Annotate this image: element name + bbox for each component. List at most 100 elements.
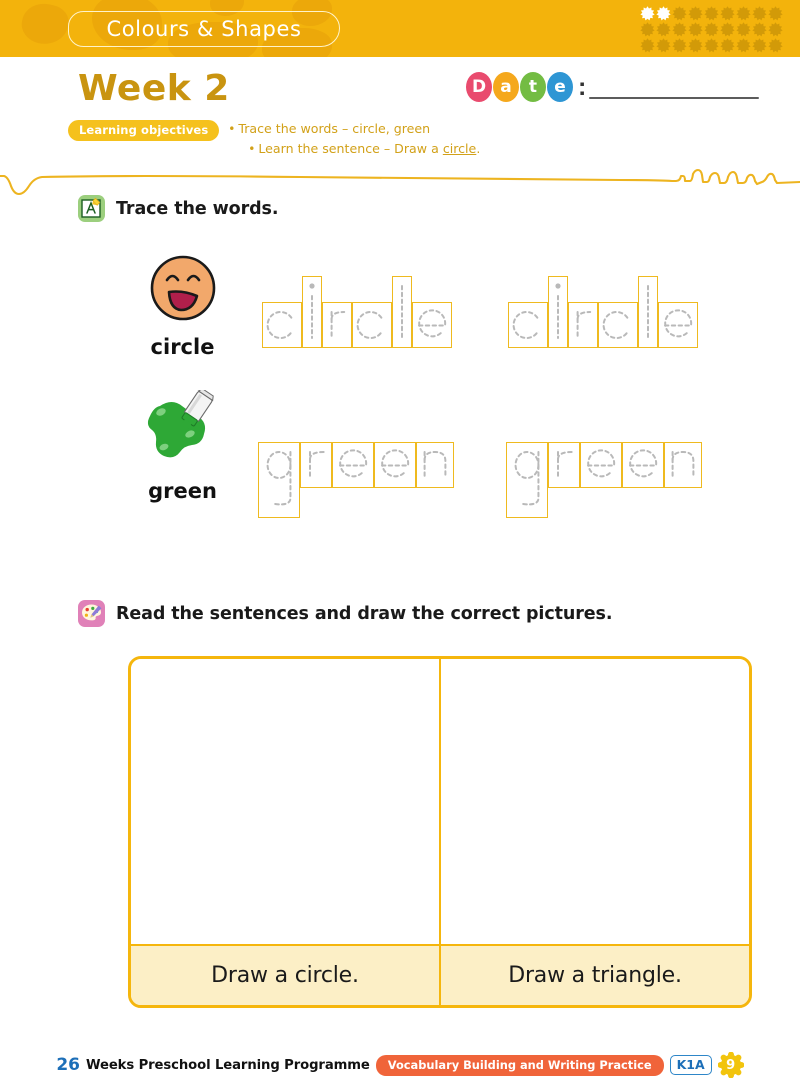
topic-title: Colours & Shapes	[106, 17, 302, 41]
letter-a-pencil-icon	[78, 195, 105, 222]
trace-box-r[interactable]	[322, 302, 352, 348]
header-dot	[720, 38, 735, 53]
drawing-area-circle[interactable]	[131, 659, 441, 944]
trace-box-c[interactable]	[352, 302, 392, 348]
page-number-badge: 9	[717, 1051, 745, 1079]
header-dot	[768, 38, 783, 53]
trace-box-i[interactable]	[548, 276, 568, 348]
date-colon: :	[578, 73, 587, 101]
drawing-areas-row	[131, 659, 749, 944]
page-number: 9	[726, 1057, 736, 1073]
trace-box-e[interactable]	[412, 302, 452, 348]
prompt-cell-triangle: Draw a triangle.	[441, 946, 749, 1005]
header-dot	[688, 22, 703, 37]
footer: 26 Weeks Preschool Learning Programme Vo…	[0, 1051, 800, 1079]
header-dot	[688, 6, 703, 21]
bullet-icon: •	[248, 142, 256, 156]
trace-box-i[interactable]	[302, 276, 322, 348]
trace-box-n[interactable]	[664, 442, 702, 488]
header-dot	[720, 6, 735, 21]
paint-palette-icon	[78, 600, 105, 627]
trace-boxes-green-2[interactable]	[506, 412, 702, 518]
green-paint-tube-icon	[147, 388, 214, 458]
trace-box-r[interactable]	[568, 302, 598, 348]
trace-box-g[interactable]	[258, 442, 300, 518]
header-dot	[752, 38, 767, 53]
prompt-cell-circle: Draw a circle.	[131, 946, 441, 1005]
trace-box-l[interactable]	[638, 276, 658, 348]
trace-box-r[interactable]	[548, 442, 580, 488]
date-field[interactable]: Date :	[466, 72, 760, 102]
trace-box-n[interactable]	[416, 442, 454, 488]
header-dot	[704, 38, 719, 53]
smiley-face-circle-icon	[150, 255, 215, 321]
trace-box-c[interactable]	[262, 302, 302, 348]
trace-box-c[interactable]	[508, 302, 548, 348]
learning-objectives: Learning objectives • Trace the words – c…	[68, 120, 480, 159]
learning-objective-item: • Trace the words – circle, green	[228, 119, 480, 139]
header-dot	[640, 6, 655, 21]
trace-box-e[interactable]	[658, 302, 698, 348]
objective-text-prefix: Learn the sentence – Draw a	[258, 141, 443, 156]
trace-box-e[interactable]	[580, 442, 622, 488]
topic-title-badge: Colours & Shapes	[68, 11, 340, 47]
header-dot	[752, 6, 767, 21]
trace-box-e[interactable]	[374, 442, 416, 488]
header-dot	[736, 38, 751, 53]
trace-box-l[interactable]	[392, 276, 412, 348]
worksheet-page: Colours & Shapes Week 2 Date : Learning …	[0, 0, 800, 1089]
header-dot	[672, 6, 687, 21]
word-label: green	[148, 479, 217, 503]
prompt-text: Draw a triangle.	[508, 963, 682, 988]
trace-row-circle: circle	[0, 252, 800, 377]
section-title: Read the sentences and draw the correct …	[116, 603, 613, 624]
objective-text: Trace the words – circle, green	[238, 121, 431, 136]
header-dot	[720, 22, 735, 37]
objective-text-underlined: circle	[442, 141, 477, 156]
trace-box-r[interactable]	[300, 442, 332, 488]
header-dot	[736, 6, 751, 21]
date-letter-a: a	[493, 72, 519, 102]
header-dot-pattern	[640, 6, 783, 53]
trace-boxes-circle-2[interactable]	[508, 272, 698, 358]
trace-box-c[interactable]	[598, 302, 638, 348]
word-label: circle	[150, 335, 215, 359]
section-title: Trace the words.	[116, 198, 279, 219]
learning-objective-item: • Learn the sentence – Draw a circle.	[248, 139, 480, 159]
drawing-area-triangle[interactable]	[441, 659, 749, 944]
word-visual-circle: circle	[135, 252, 230, 359]
header-dot	[768, 6, 783, 21]
trace-box-e[interactable]	[332, 442, 374, 488]
date-letter-t: t	[520, 72, 546, 102]
date-letter-d: D	[466, 72, 492, 102]
header-dot	[640, 22, 655, 37]
footer-level-badge: K1A	[669, 1055, 712, 1075]
header-dot	[752, 22, 767, 37]
header-dot	[736, 22, 751, 37]
section-heading-trace: Trace the words.	[78, 195, 278, 222]
learning-objectives-badge: Learning objectives	[68, 120, 220, 141]
trace-box-g[interactable]	[506, 442, 548, 518]
drawing-table: Draw a circle. Draw a triangle.	[128, 656, 752, 1008]
page-title: Week 2	[78, 68, 230, 109]
word-visual-green: green	[135, 388, 230, 503]
header-dot	[688, 38, 703, 53]
trace-box-e[interactable]	[622, 442, 664, 488]
wavy-divider	[0, 168, 800, 196]
header-dot	[768, 22, 783, 37]
objective-text-suffix: .	[476, 141, 481, 156]
section-heading-read: Read the sentences and draw the correct …	[78, 600, 612, 627]
header-dot	[656, 38, 671, 53]
header-dot	[656, 22, 671, 37]
date-write-line[interactable]	[589, 97, 760, 99]
header-dot	[656, 6, 671, 21]
bullet-icon: •	[228, 122, 236, 136]
trace-boxes-circle-1[interactable]	[262, 272, 452, 358]
header-dot	[704, 6, 719, 21]
date-letter-e: e	[547, 72, 573, 102]
trace-boxes-green-1[interactable]	[258, 412, 454, 518]
footer-programme-text: Weeks Preschool Learning Programme	[86, 1057, 370, 1073]
learning-objectives-list: • Trace the words – circle, green • Learn …	[228, 119, 480, 159]
trace-row-green: green	[0, 388, 800, 520]
footer-subject-pill: Vocabulary Building and Writing Practice	[375, 1054, 664, 1076]
